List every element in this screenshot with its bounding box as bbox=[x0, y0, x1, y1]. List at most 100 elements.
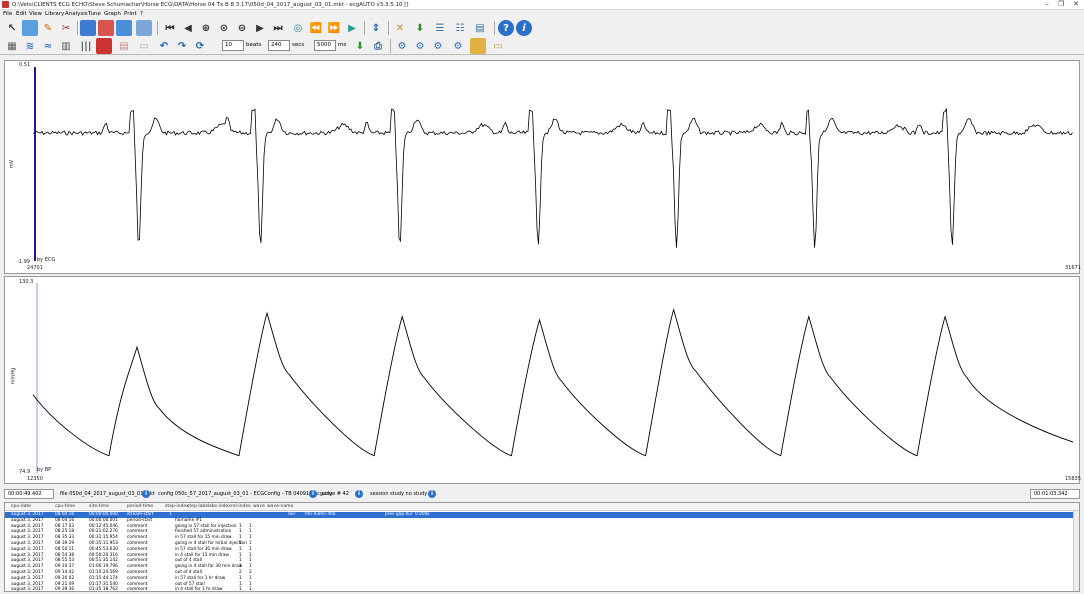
col-period-time[interactable]: period-time bbox=[127, 504, 153, 509]
open-icon[interactable] bbox=[22, 20, 38, 36]
histogram-icon[interactable] bbox=[96, 38, 112, 54]
undo-icon[interactable]: ↶ bbox=[156, 38, 172, 54]
config-info-icon[interactable]: i bbox=[309, 490, 317, 498]
notes-icon[interactable]: ▭ bbox=[490, 38, 506, 54]
target-icon[interactable]: ◎ bbox=[290, 20, 306, 36]
forward-icon[interactable]: ⏩ bbox=[326, 20, 342, 36]
zoom-icon[interactable]: ⊙ bbox=[216, 20, 232, 36]
info-icon[interactable]: i bbox=[516, 20, 532, 36]
file-info: file 050d_04_2017_august_03_01.mkt bbox=[60, 491, 155, 497]
columns-icon[interactable]: ||| bbox=[78, 38, 94, 54]
cross-icon[interactable]: ✕ bbox=[392, 20, 408, 36]
view-icon[interactable] bbox=[80, 20, 96, 36]
grid-icon[interactable]: ▦ bbox=[4, 38, 20, 54]
col-wave[interactable]: wave bbox=[253, 504, 265, 509]
col-cpu-date[interactable]: cpu-date bbox=[11, 504, 31, 509]
first-icon[interactable]: ⏮ bbox=[162, 20, 178, 36]
table-row[interactable]: august 3, 2017 09 39 36 01:35:18.762 commen… bbox=[5, 587, 1075, 592]
menu-print[interactable]: Print bbox=[124, 11, 137, 17]
bp-trace bbox=[32, 308, 1074, 457]
session-info-icon[interactable]: i bbox=[428, 490, 436, 498]
stack-icon[interactable]: ▤ bbox=[116, 38, 132, 54]
gear3-icon[interactable]: ⚙ bbox=[430, 38, 446, 54]
toolbar-separator bbox=[390, 39, 391, 53]
bars-icon[interactable]: ▥ bbox=[58, 38, 74, 54]
session-info: session study no study bbox=[370, 491, 428, 497]
bp-chart[interactable] bbox=[5, 277, 1079, 483]
export-icon[interactable]: ▭ bbox=[136, 38, 152, 54]
zoom-in-icon[interactable]: ⊕ bbox=[198, 20, 214, 36]
col-cpu-time[interactable]: cpu-time bbox=[55, 504, 75, 509]
print-icon[interactable]: ⎙ bbox=[370, 38, 386, 54]
menu-graph[interactable]: Graph bbox=[104, 11, 121, 17]
title-bar: Q:\Vets\CLIENTS ECG ECHO\Steve Schumache… bbox=[0, 0, 1084, 10]
note-icon[interactable] bbox=[470, 38, 486, 54]
ecg-y-max: 0.51 bbox=[19, 62, 31, 68]
gear1-icon[interactable]: ⚙ bbox=[394, 38, 410, 54]
menu-help[interactable]: ? bbox=[140, 11, 143, 17]
menu-file[interactable]: File bbox=[3, 11, 12, 17]
report-icon[interactable]: ▤ bbox=[472, 20, 488, 36]
file-info-icon[interactable]: i bbox=[142, 490, 150, 498]
chart-icon[interactable] bbox=[98, 20, 114, 36]
prev-icon[interactable]: ◀ bbox=[180, 20, 196, 36]
menu-tune[interactable]: Tune bbox=[88, 11, 101, 17]
rewind-icon[interactable]: ⏪ bbox=[308, 20, 324, 36]
next-icon[interactable]: ▶ bbox=[252, 20, 268, 36]
wave-icon[interactable]: ≋ bbox=[22, 38, 38, 54]
event-table: cpu-date cpu-time site-time period-time … bbox=[4, 502, 1080, 592]
download-icon[interactable]: ⬇ bbox=[352, 38, 368, 54]
secs-input[interactable]: 240 bbox=[268, 40, 290, 51]
cell-site-time: 01:35:18.762 bbox=[89, 587, 118, 592]
col-abs-index[interactable]: abs-index bbox=[209, 504, 231, 509]
play-icon[interactable]: ▶ bbox=[344, 20, 360, 36]
menu-analysis[interactable]: Analysis bbox=[65, 11, 88, 17]
marker-icon[interactable]: ⇕ bbox=[368, 20, 384, 36]
bp-panel: 130.3 74.9 mmHg 12350 15835 by BP bbox=[4, 276, 1081, 484]
col-wave-name[interactable]: wave-name bbox=[267, 504, 293, 509]
pointer-icon[interactable]: ↖ bbox=[4, 20, 20, 36]
gear4-icon[interactable]: ⚙ bbox=[450, 38, 466, 54]
ms-label: ms bbox=[338, 42, 347, 48]
table-icon[interactable]: ☷ bbox=[452, 20, 468, 36]
col-site-time[interactable]: site-time bbox=[89, 504, 109, 509]
edit-icon[interactable]: ✎ bbox=[40, 20, 56, 36]
list-icon[interactable]: ☰ bbox=[432, 20, 448, 36]
col-step-index[interactable]: step-index bbox=[165, 504, 189, 509]
app-icon bbox=[2, 1, 9, 8]
maximize-button[interactable]: ❐ bbox=[1054, 0, 1068, 10]
zoom-out-icon[interactable]: ⊖ bbox=[234, 20, 250, 36]
refresh-icon[interactable]: ⟳ bbox=[192, 38, 208, 54]
redo-icon[interactable]: ↷ bbox=[174, 38, 190, 54]
ecg-chart[interactable] bbox=[5, 61, 1079, 273]
close-button[interactable]: ✕ bbox=[1069, 0, 1083, 10]
settings-icon[interactable] bbox=[136, 20, 152, 36]
help-icon[interactable]: ? bbox=[498, 20, 514, 36]
ecg-x-end: 31671 bbox=[1065, 265, 1081, 271]
cell-abs-index: 1 bbox=[239, 587, 242, 592]
col-rel-index[interactable]: rel-index bbox=[231, 504, 251, 509]
col-step-label[interactable]: step-label bbox=[187, 504, 209, 509]
minimize-button[interactable]: – bbox=[1040, 0, 1054, 10]
cell-time: 09 39 36 bbox=[55, 587, 75, 592]
last-icon[interactable]: ⏭ bbox=[270, 20, 286, 36]
overlay-icon[interactable]: ≈ bbox=[40, 38, 56, 54]
ecg-channel-label: by ECG bbox=[37, 257, 56, 263]
toolbar-separator bbox=[494, 21, 495, 35]
gear2-icon[interactable]: ⚙ bbox=[412, 38, 428, 54]
toolbar-separator bbox=[157, 21, 158, 35]
wave-info-icon[interactable]: i bbox=[355, 490, 363, 498]
beats-input[interactable]: 10 bbox=[222, 40, 244, 51]
ecg-trace bbox=[32, 107, 1073, 248]
status-bar: 00:00:49.402 file 050d_04_2017_august_03… bbox=[0, 488, 1084, 500]
cell-date: august 3, 2017 bbox=[11, 587, 44, 592]
layout-icon[interactable] bbox=[116, 20, 132, 36]
menu-edit[interactable]: Edit bbox=[16, 11, 27, 17]
down-arrow-icon[interactable]: ⬇ bbox=[412, 20, 428, 36]
tools-icon[interactable]: ✂ bbox=[58, 20, 74, 36]
table-scrollbar[interactable] bbox=[1073, 511, 1079, 591]
menu-library[interactable]: Library bbox=[45, 11, 64, 17]
cell-period: comment bbox=[127, 587, 148, 592]
ms-input[interactable]: 5000 bbox=[314, 40, 336, 51]
menu-view[interactable]: View bbox=[29, 11, 42, 17]
